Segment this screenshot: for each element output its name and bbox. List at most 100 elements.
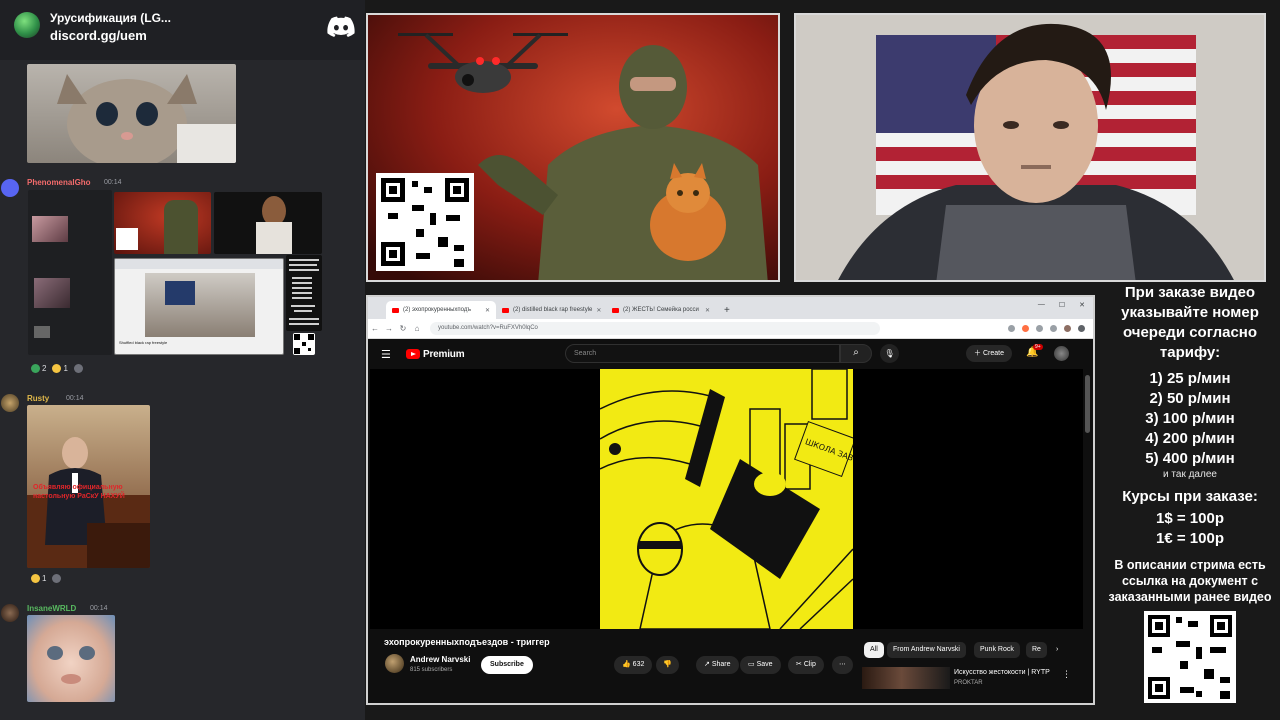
meme-image[interactable]: Объявляю официальную настольную РаСкУ НА… bbox=[27, 405, 150, 568]
tab-label: (2) ЖЕСТЬ! Семейка росси bbox=[623, 307, 699, 313]
kitten-image[interactable] bbox=[27, 64, 236, 163]
video-player[interactable]: ШКОЛА ЗАВОД bbox=[370, 369, 1083, 629]
window-controls: — ☐ ✕ bbox=[1038, 301, 1085, 309]
tab-active[interactable]: (2) эхопрокуренныхподъ ✕ bbox=[386, 301, 496, 319]
clip-button[interactable]: ✂ Clip bbox=[788, 656, 824, 674]
course-item: 1€ = 100р bbox=[1156, 530, 1224, 547]
reaction-bar: 2 1 bbox=[31, 364, 83, 373]
save-button[interactable]: ▭ Save bbox=[740, 656, 781, 674]
forward-icon[interactable]: → bbox=[382, 324, 396, 333]
scrollbar[interactable] bbox=[1085, 375, 1090, 433]
rate-item: 4) 200 р/мин bbox=[1145, 430, 1235, 447]
mini-browser-caption: Shuffled black rap freestyle bbox=[119, 340, 168, 345]
extensions-bar bbox=[1008, 325, 1085, 332]
username[interactable]: InsaneWRLD bbox=[27, 604, 76, 613]
create-label: Create bbox=[982, 350, 1004, 357]
meme-caption: Объявляю официальную настольную РаСкУ НА… bbox=[33, 484, 125, 500]
reload-icon[interactable]: ↻ bbox=[396, 324, 410, 333]
screenshot-thumbnail[interactable] bbox=[28, 190, 112, 355]
close-tab-icon[interactable]: ✕ bbox=[596, 307, 601, 314]
maximize-icon[interactable]: ☐ bbox=[1059, 301, 1065, 309]
chip-all[interactable]: All bbox=[864, 642, 884, 658]
recommended-more-icon[interactable]: ⋮ bbox=[1062, 669, 1071, 680]
meme-thumbnail[interactable] bbox=[214, 192, 322, 254]
add-reaction-icon[interactable] bbox=[73, 364, 83, 373]
like-button[interactable]: 👍 632 bbox=[614, 656, 653, 674]
new-tab-button[interactable]: + bbox=[716, 305, 738, 319]
poster-thumbnail[interactable] bbox=[114, 192, 211, 254]
youtube-header: ☰ Premium Search ⌕ 🎙 ＋ Create 🔔 9+ bbox=[368, 339, 1093, 369]
rate-item: 5) 400 р/мин bbox=[1145, 450, 1235, 467]
reaction-count: 2 bbox=[42, 364, 47, 373]
discord-chat-panel: Урусификация (LG... discord.gg/uem Pheno… bbox=[0, 0, 365, 720]
discord-logo-icon bbox=[327, 16, 355, 37]
youtube-logo-icon[interactable] bbox=[406, 349, 420, 359]
extension-icon[interactable] bbox=[1022, 325, 1029, 332]
baby-face-image[interactable] bbox=[27, 615, 115, 702]
rate-item: 2) 50 р/мин bbox=[1149, 390, 1231, 407]
channel-name[interactable]: Andrew Narvski bbox=[410, 655, 470, 664]
profile-icon[interactable] bbox=[1064, 325, 1071, 332]
tab-label: (2) distilled black rap freestyle bbox=[513, 307, 593, 313]
mini-browser-thumbnail[interactable]: Shuffled black rap freestyle bbox=[114, 258, 284, 355]
subscribe-button[interactable]: Subscribe bbox=[481, 656, 533, 674]
youtube-brand[interactable]: Premium bbox=[423, 349, 465, 360]
recommended-thumbnail[interactable] bbox=[862, 667, 950, 689]
chip-punk-rock[interactable]: Punk Rock bbox=[974, 642, 1020, 658]
account-avatar[interactable] bbox=[1054, 346, 1069, 361]
discord-header: Урусификация (LG... discord.gg/uem bbox=[0, 0, 365, 60]
course-item: 1$ = 100р bbox=[1156, 510, 1224, 527]
chip-more[interactable]: Re bbox=[1026, 642, 1047, 658]
username[interactable]: PhenomenalGho bbox=[27, 178, 91, 187]
chip-from-channel[interactable]: From Andrew Narvski bbox=[887, 642, 966, 658]
server-invite[interactable]: discord.gg/uem bbox=[50, 28, 147, 43]
channel-avatar[interactable] bbox=[385, 654, 404, 673]
message-time: 00:14 bbox=[66, 395, 84, 402]
search-icon[interactable]: ⌕ bbox=[840, 344, 872, 363]
more-actions-icon[interactable]: ⋯ bbox=[832, 656, 853, 674]
close-tab-icon[interactable]: ✕ bbox=[485, 307, 490, 314]
reaction[interactable]: 1 bbox=[31, 574, 46, 583]
chips-next-icon[interactable]: › bbox=[1050, 642, 1064, 658]
extension-icon[interactable] bbox=[1036, 325, 1043, 332]
hamburger-menu-icon[interactable]: ☰ bbox=[381, 348, 391, 361]
reaction-bar: 1 bbox=[31, 574, 62, 583]
save-label: Save bbox=[756, 661, 773, 668]
reaction[interactable]: 1 bbox=[52, 364, 68, 373]
menu-icon[interactable] bbox=[1078, 325, 1085, 332]
stream-overlay: Урусификация (LG... discord.gg/uem Pheno… bbox=[0, 0, 1280, 720]
create-button[interactable]: ＋ Create bbox=[966, 345, 1012, 362]
extension-icon[interactable] bbox=[1050, 325, 1057, 332]
username[interactable]: Rusty bbox=[27, 394, 49, 403]
tab[interactable]: (2) ЖЕСТЬ! Семейка росси ✕ bbox=[606, 301, 716, 319]
poster-video-panel bbox=[366, 13, 780, 282]
dislike-button[interactable]: 👎 bbox=[656, 656, 679, 674]
share-button[interactable]: ↗ Share bbox=[696, 656, 739, 674]
soldier-cat-artwork bbox=[368, 15, 778, 280]
search-input[interactable]: Search bbox=[565, 344, 840, 363]
notification-badge: 9+ bbox=[1033, 344, 1043, 350]
close-tab-icon[interactable]: ✕ bbox=[705, 307, 710, 314]
server-icon bbox=[14, 12, 40, 38]
youtube-favicon-icon bbox=[612, 307, 619, 313]
url-input[interactable]: youtube.com/watch?v=RuFXVh0lqCo bbox=[430, 322, 880, 335]
recommended-channel[interactable]: PROKTAR bbox=[954, 680, 983, 686]
like-count: 632 bbox=[632, 661, 645, 668]
close-window-icon[interactable]: ✕ bbox=[1079, 301, 1085, 309]
back-icon[interactable]: ← bbox=[368, 324, 382, 333]
courses-heading: Курсы при заказе: bbox=[1122, 488, 1258, 505]
order-heading: При заказе видео указывайте номер очеред… bbox=[1121, 284, 1259, 361]
recommended-title[interactable]: Искусство жестокости | RYTP bbox=[954, 669, 1050, 676]
reaction[interactable]: 2 bbox=[31, 364, 46, 373]
extension-icon[interactable] bbox=[1008, 325, 1015, 332]
tab[interactable]: (2) distilled black rap freestyle ✕ bbox=[496, 301, 606, 319]
microphone-icon[interactable]: 🎙 bbox=[880, 344, 899, 363]
user-avatar[interactable] bbox=[1, 394, 19, 412]
home-icon[interactable]: ⌂ bbox=[410, 324, 424, 333]
add-reaction-icon[interactable] bbox=[52, 574, 62, 583]
user-avatar[interactable] bbox=[1, 604, 19, 622]
minimize-icon[interactable]: — bbox=[1038, 301, 1045, 309]
server-name: Урусификация (LG... bbox=[50, 11, 171, 25]
reaction-count: 1 bbox=[63, 364, 68, 373]
user-avatar[interactable] bbox=[1, 179, 19, 197]
